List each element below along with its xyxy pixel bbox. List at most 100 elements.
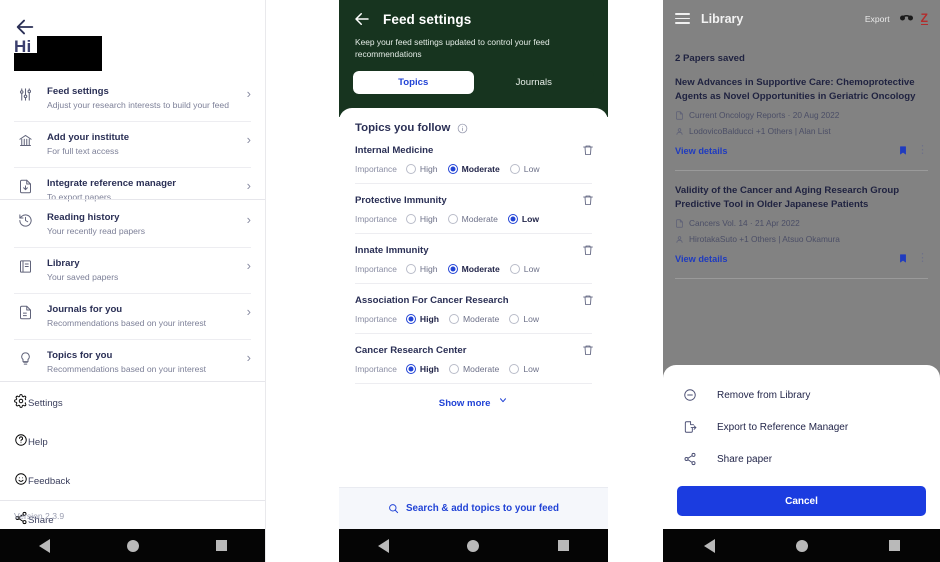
tab-topics[interactable]: Topics [353,71,474,94]
sidebar-item-label: Feedback [28,476,71,487]
kebab-menu-icon[interactable]: ⋮ [917,253,928,264]
radio-moderate[interactable]: Moderate [449,364,499,374]
radio-moderate[interactable]: Moderate [447,164,500,174]
nav-home-icon[interactable] [795,539,808,552]
bookmark-filled-icon[interactable] [898,252,908,265]
page-title: Feed settings [383,11,472,27]
sidebar-item-help[interactable]: Help [0,423,265,462]
topic-name: Innate Immunity [355,245,429,256]
cancel-button[interactable]: Cancel [677,486,926,516]
view-details-link[interactable]: View details [675,254,727,264]
sidebar-item-journals-for-you[interactable]: Journals for you Recommendations based o… [0,294,265,339]
radio-high[interactable]: High [405,364,439,374]
radio-circle [509,364,520,374]
radio-low[interactable]: Low [509,164,540,174]
sidebar-item-text: Topics for you Recommendations based on … [47,349,247,376]
search-add-topics-button[interactable]: Search & add topics to your feed [339,487,608,529]
radio-label: Low [523,314,540,324]
share-paper-button[interactable]: Share paper [663,443,940,475]
radio-moderate[interactable]: Moderate [447,214,498,224]
topic-name: Cancer Research Center [355,345,467,356]
group-separator [0,500,265,501]
importance-label: Importance [355,164,397,174]
nav-back-icon[interactable] [38,538,50,553]
radio-low[interactable]: Low [507,214,539,224]
radio-label: Moderate [461,264,500,274]
export-to-reference-manager-button[interactable]: Export to Reference Manager [663,411,940,443]
sidebar-item-sublabel: For full text access [47,146,119,156]
export-label[interactable]: Export [865,14,890,24]
sidebar-item-library[interactable]: Library Your saved papers › [0,248,265,293]
library-panel: Library Export Z 2 Papers saved New Adva… [663,0,940,562]
bookmark-filled-icon[interactable] [898,144,908,157]
search-icon [388,503,399,514]
zotero-icon[interactable]: Z [920,12,928,25]
nav-recents-icon[interactable] [215,540,227,551]
page-title: Library [701,11,744,26]
sidebar-item-settings[interactable]: Settings [0,384,265,423]
nav-home-icon[interactable] [126,539,139,552]
radio-low[interactable]: Low [509,314,539,324]
radio-low[interactable]: Low [509,364,539,374]
radio-label: High [419,214,438,224]
mendeley-icon[interactable] [899,13,914,24]
paper-footer: View details ⋮ [675,252,928,265]
sidebar-item-feed-settings[interactable]: Feed settings Adjust your research inter… [0,76,265,121]
journal-icon [675,110,684,120]
radio-label: Low [523,264,540,274]
paper-actions: ⋮ [898,144,928,157]
nav-back-icon[interactable] [378,538,390,553]
topbar-actions: Export Z [865,12,928,25]
nav-home-icon[interactable] [467,539,480,552]
nav-recents-icon[interactable] [557,540,569,551]
trash-icon[interactable] [582,193,594,211]
topic-row: Internal Medicine Importance High Modera… [339,134,608,174]
sidebar-item-reading-history[interactable]: Reading history Your recently read paper… [0,202,265,247]
nav-back-icon[interactable] [703,538,715,553]
trash-icon[interactable] [582,343,594,361]
chevron-right-icon: › [246,258,251,273]
android-navbar [0,529,265,562]
radio-high[interactable]: High [405,164,438,174]
drawer-primary-group: Feed settings Adjust your research inter… [0,76,265,213]
hamburger-icon[interactable] [675,10,690,27]
paper-journal: Current Oncology Reports · 20 Aug 2022 [689,110,840,121]
radio-circle [405,314,416,324]
action-label: Export to Reference Manager [717,421,849,433]
topic-row: Cancer Research Center Importance High M… [339,334,608,374]
radio-moderate[interactable]: Moderate [449,314,499,324]
sidebar-item-sublabel: Your saved papers [47,272,119,282]
trash-icon[interactable] [582,143,594,161]
back-arrow-icon[interactable] [353,10,371,28]
show-more-button[interactable]: Show more [339,384,608,420]
sidebar-item-feedback[interactable]: Feedback [0,462,265,501]
radio-circle [405,214,416,224]
back-arrow-icon[interactable] [14,16,36,38]
info-icon[interactable] [457,123,468,134]
radio-moderate[interactable]: Moderate [447,264,500,274]
radio-label: Moderate [463,314,500,324]
radio-circle [447,214,458,224]
chevron-right-icon: › [246,178,251,193]
view-details-link[interactable]: View details [675,146,727,156]
remove-from-library-button[interactable]: Remove from Library [663,379,940,411]
document-download-icon [14,177,36,194]
trash-icon[interactable] [582,293,594,311]
feed-settings-panel: Feed settings Keep your feed settings up… [339,0,608,562]
sidebar-item-add-institute[interactable]: Add your institute For full text access … [0,122,265,167]
radio-low[interactable]: Low [509,264,540,274]
library-topbar: Library Export Z [663,0,940,27]
radio-high[interactable]: High [405,214,438,224]
chevron-right-icon: › [246,304,251,319]
chevron-right-icon: › [246,86,251,101]
radio-high[interactable]: High [405,264,438,274]
radio-high[interactable]: High [405,314,439,324]
paper-journal-row: Cancers Vol. 14 · 21 Apr 2022 [675,218,928,228]
nav-recents-icon[interactable] [888,540,900,551]
tab-journals[interactable]: Journals [474,71,595,94]
android-navbar [663,529,940,562]
screenshot-stage: Hi Feed settings Adjust your research in… [0,0,940,562]
sidebar-item-topics-for-you[interactable]: Topics for you Recommendations based on … [0,340,265,385]
trash-icon[interactable] [582,243,594,261]
kebab-menu-icon[interactable]: ⋮ [917,145,928,156]
